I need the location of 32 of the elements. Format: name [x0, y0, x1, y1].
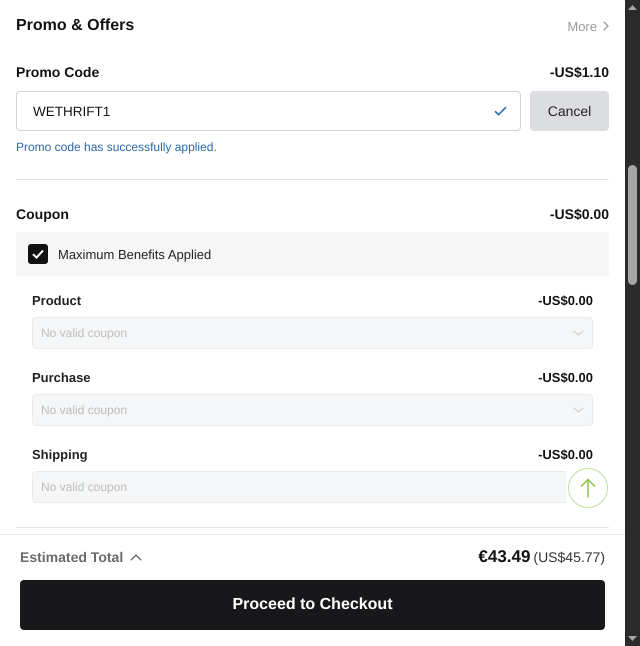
coupon-type-label: Product [32, 292, 82, 308]
discount-amount: -US$0.00 [538, 292, 593, 308]
triangle-down-icon[interactable] [628, 636, 637, 641]
promo-code-label: Promo Code [16, 64, 100, 80]
coupon-type-label: Shipping [32, 446, 88, 462]
coupon-select: No valid coupon [32, 317, 593, 349]
coupon-label: Coupon [16, 206, 69, 222]
converted-price: (US$45.77) [533, 549, 605, 565]
success-message: Promo code has successfully applied. [16, 139, 218, 155]
cancel-button[interactable]: Cancel [530, 91, 609, 131]
coupon-type-label: Purchase [32, 370, 91, 384]
chevron-right-icon [603, 21, 609, 31]
coupon-select: No valid coupon [32, 394, 593, 426]
discount-amount: -US$0.00 [538, 370, 593, 384]
chevron-down-icon [573, 330, 584, 336]
promo-code-field[interactable]: WETHRIFT1 [16, 91, 521, 131]
chevron-down-icon [573, 407, 584, 413]
checkout-button[interactable]: Proceed to Checkout [20, 580, 605, 630]
discount-amount: -US$1.10 [550, 64, 609, 80]
coupon-select: No valid coupon [32, 471, 566, 503]
scrollbar-track[interactable] [625, 0, 640, 646]
discount-amount: -US$0.00 [538, 446, 593, 462]
triangle-up-icon[interactable] [628, 5, 637, 10]
chevron-up-icon [130, 554, 142, 560]
total-price: €43.49 [478, 547, 530, 566]
section-title: Promo & Offers [16, 17, 134, 35]
discount-amount: -US$0.00 [550, 206, 609, 222]
arrow-up-icon [580, 478, 596, 498]
estimated-total-toggle[interactable]: Estimated Total [20, 549, 142, 565]
scrollbar-thumb[interactable] [628, 165, 637, 285]
checkbox[interactable] [28, 244, 48, 264]
checkbox-label: Maximum Benefits Applied [58, 246, 212, 262]
